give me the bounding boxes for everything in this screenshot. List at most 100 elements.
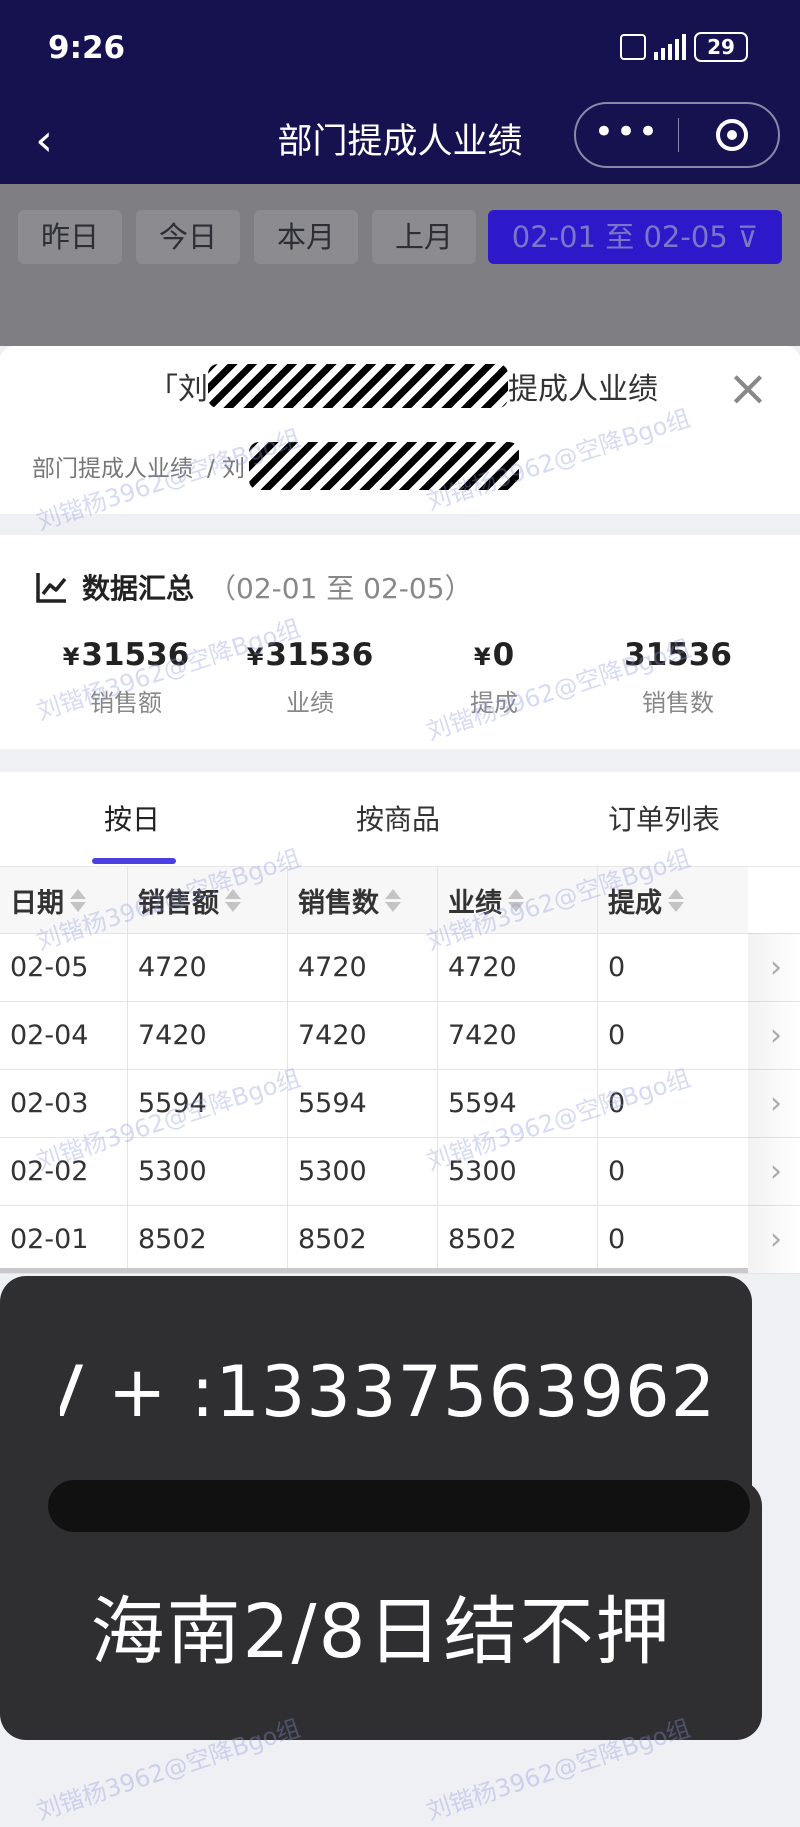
metric-value: 31536 — [624, 637, 732, 673]
chart-trend-icon — [36, 573, 67, 603]
cell-sales-count: 7420 — [288, 1001, 438, 1069]
nav-bar: ‹ 部门提成人业绩 ••• — [0, 100, 800, 184]
filter-yesterday[interactable]: 昨日 — [18, 210, 122, 264]
chevron-right-icon[interactable]: › — [770, 1137, 782, 1205]
more-icon[interactable]: ••• — [576, 104, 678, 166]
cell-date: 02-05 — [0, 933, 128, 1001]
metric-performance: ¥31536 业绩 — [218, 637, 402, 718]
cell-commission: 0 — [608, 1019, 626, 1051]
filter-last-month[interactable]: 上月 — [372, 210, 476, 264]
currency-symbol: ¥ — [473, 643, 491, 671]
currency-symbol: ¥ — [246, 643, 264, 671]
cell-sales-amount: 7420 — [128, 1001, 288, 1069]
breadcrumb-root[interactable]: 部门提成人业绩 — [32, 449, 193, 483]
data-table: 日期 销售额 销售数 业绩 提成 02-05 4720 4720 4720 0 … — [0, 866, 800, 1274]
tab-active-indicator — [92, 858, 176, 864]
cell-sales-count: 5300 — [288, 1137, 438, 1205]
signal-icon — [654, 34, 686, 60]
summary-title: 数据汇总 — [82, 572, 195, 605]
battery-level: 29 — [707, 35, 735, 59]
data-summary: 数据汇总 （02-01 至 02-05） ¥31536 销售额 ¥31536 业… — [0, 535, 800, 749]
breadcrumb: 部门提成人业绩 / 刘 — [32, 442, 520, 490]
sort-icon[interactable] — [70, 886, 86, 914]
cell-date: 02-03 — [0, 1069, 128, 1137]
cell-sales-count: 8502 — [288, 1205, 438, 1273]
metric-commission: ¥0 提成 — [402, 637, 586, 718]
metric-label: 业绩 — [286, 689, 334, 717]
overlay-contact-text: V + :13337563962 — [35, 1351, 717, 1433]
cell-sales-amount: 5594 — [128, 1069, 288, 1137]
table-row[interactable]: 02-05 4720 4720 4720 0 › — [0, 933, 800, 1002]
summary-header: 数据汇总 （02-01 至 02-05） — [34, 567, 473, 607]
cell-sales-amount: 5300 — [128, 1137, 288, 1205]
overlay-banner-divider — [48, 1480, 750, 1532]
sort-icon[interactable] — [225, 886, 241, 914]
cell-performance: 7420 — [438, 1001, 598, 1069]
cell-date: 02-04 — [0, 1001, 128, 1069]
cell-sales-amount: 8502 — [128, 1205, 288, 1273]
filter-bar: 昨日 今日 本月 上月 02-01 至 02-05 ⊽ — [0, 184, 800, 346]
table-row[interactable]: 02-03 5594 5594 5594 0 › — [0, 1069, 800, 1138]
table-row[interactable]: 02-01 8502 8502 8502 0 › — [0, 1205, 800, 1274]
column-header-commission[interactable]: 提成 — [598, 867, 748, 933]
close-program-icon[interactable] — [716, 119, 748, 151]
detail-sheet: 「刘 提成人业绩 × 部门提成人业绩 / 刘 — [0, 346, 800, 514]
tab-by-product[interactable]: 按商品 — [356, 798, 440, 838]
column-header-performance[interactable]: 业绩 — [438, 867, 598, 933]
close-icon[interactable]: × — [726, 363, 770, 413]
metric-sales-amount: ¥31536 销售额 — [34, 637, 218, 718]
mini-program-capsule: ••• — [574, 102, 780, 168]
vibrate-icon — [620, 34, 646, 60]
metric-value: 31536 — [265, 637, 374, 673]
metric-label: 销售额 — [90, 689, 162, 717]
column-header-sales-amount[interactable]: 销售额 — [128, 867, 288, 933]
cell-commission: 0 — [608, 1087, 626, 1119]
cell-performance: 8502 — [438, 1205, 598, 1273]
chevron-right-icon[interactable]: › — [770, 1205, 782, 1273]
bottom-area — [0, 1740, 800, 1806]
cell-commission: 0 — [608, 1223, 626, 1255]
filter-this-month[interactable]: 本月 — [254, 210, 358, 264]
tab-order-list[interactable]: 订单列表 — [608, 798, 720, 838]
filter-date-range[interactable]: 02-01 至 02-05 ⊽ — [488, 210, 782, 264]
chevron-right-icon[interactable]: › — [770, 1001, 782, 1069]
redacted-name — [208, 364, 508, 408]
tab-bar: 按日 按商品 订单列表 — [0, 772, 800, 866]
metric-value: 31536 — [81, 637, 190, 673]
cell-performance: 5300 — [438, 1137, 598, 1205]
column-header-date[interactable]: 日期 — [0, 867, 128, 933]
table-row[interactable]: 02-02 5300 5300 5300 0 › — [0, 1137, 800, 1206]
cell-commission: 0 — [608, 951, 626, 983]
horizontal-scrollbar[interactable] — [0, 1268, 748, 1273]
cell-date: 02-02 — [0, 1137, 128, 1205]
cell-date: 02-01 — [0, 1205, 128, 1273]
status-bar: 9:26 29 — [0, 0, 800, 100]
status-icons: 29 — [620, 32, 748, 62]
chevron-right-icon[interactable]: › — [770, 933, 782, 1001]
sort-icon[interactable] — [668, 886, 684, 914]
filter-today[interactable]: 今日 — [136, 210, 240, 264]
status-time: 9:26 — [48, 30, 126, 66]
sort-icon[interactable] — [508, 886, 524, 914]
cell-performance: 5594 — [438, 1069, 598, 1137]
redacted-breadcrumb — [249, 442, 520, 490]
capsule-divider — [678, 118, 679, 152]
overlay-note-text: 海南2/8日结不押 — [90, 1588, 672, 1675]
cell-sales-amount: 4720 — [128, 933, 288, 1001]
table-row[interactable]: 02-04 7420 7420 7420 0 › — [0, 1001, 800, 1070]
column-header-sales-count[interactable]: 销售数 — [288, 867, 438, 933]
cell-sales-count: 5594 — [288, 1069, 438, 1137]
currency-symbol: ¥ — [62, 643, 80, 671]
cell-performance: 4720 — [438, 933, 598, 1001]
sort-icon[interactable] — [385, 886, 401, 914]
tab-by-day[interactable]: 按日 — [104, 798, 160, 838]
metric-sales-count: 31536 销售数 — [586, 637, 770, 718]
chevron-right-icon[interactable]: › — [770, 1069, 782, 1137]
sheet-title: 「刘 提成人业绩 — [148, 364, 658, 408]
breadcrumb-current: / 刘 — [207, 456, 246, 482]
summary-range: （02-01 至 02-05） — [208, 572, 473, 605]
cell-commission: 0 — [608, 1155, 626, 1187]
metric-value: 0 — [492, 637, 515, 673]
table-header-row: 日期 销售额 销售数 业绩 提成 — [0, 867, 800, 934]
metric-label: 提成 — [470, 689, 518, 717]
